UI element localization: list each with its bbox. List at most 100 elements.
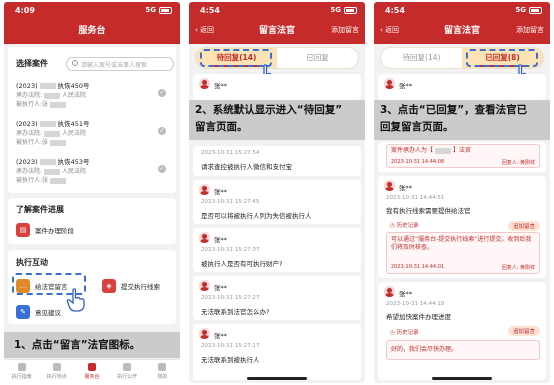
- avatar: [384, 78, 395, 89]
- home-indicator: [432, 377, 492, 380]
- search-placeholder: 请输入案号或当事人搜索: [81, 62, 148, 69]
- message-card[interactable]: 张** 2023-10-31 14:44:51 我有执行线索需要提供给法官 追加…: [378, 176, 546, 278]
- judge-reply-box: 案件承办人为【 】法官 2023-10-31 14:44:08 回复人: 黄刚祥: [386, 144, 540, 168]
- avatar: [384, 180, 395, 191]
- search-icon: [72, 60, 78, 66]
- reply-text: 案件承办人为【 】法官: [391, 147, 535, 155]
- tab-guide[interactable]: 执行指南: [4, 360, 39, 383]
- sender-name: 张**: [214, 188, 227, 196]
- court-prefix: 承办法院:: [16, 92, 43, 99]
- judge-reply-box: 可以通过“服务台-提交执行线索”进行提交。收到后我们将及时核查。 2023-10…: [386, 232, 540, 274]
- reply-time: 2023-10-31 14:44:01: [391, 264, 445, 270]
- court-suffix: 人民法院: [62, 168, 87, 175]
- tab-pending-label: 待回复: [402, 53, 426, 62]
- check-icon[interactable]: ✓: [158, 89, 166, 97]
- battery-icon: [529, 6, 542, 14]
- add-message-button[interactable]: 添加留言: [331, 25, 359, 35]
- add-message-button[interactable]: 添加留言: [516, 25, 544, 35]
- home-indicator: [247, 377, 307, 380]
- history-link[interactable]: ◷ 历史记录: [390, 221, 419, 229]
- redacted-text: [39, 121, 56, 127]
- bottom-tab-bar: 执行指南 执行地点 服务台 执行公开 我的: [4, 359, 180, 383]
- status-icons: 5G: [330, 6, 357, 14]
- tab-label: 我的: [157, 374, 168, 380]
- court-suffix: 人民法院: [62, 92, 87, 99]
- message-card[interactable]: 张** 2023-10-31 15:27:17 无法联系到被执行人: [193, 324, 361, 380]
- check-icon[interactable]: ✓: [158, 127, 166, 135]
- case-number-prefix: (2023): [16, 82, 38, 90]
- step-callout-line2: 回复留言页面。: [380, 121, 454, 133]
- battery-icon: [344, 6, 357, 14]
- feedback-button[interactable]: ✎ 意见建议: [16, 302, 61, 322]
- tab-label: 执行指南: [11, 374, 32, 380]
- tab-pending-count: (14): [425, 53, 441, 62]
- message-card[interactable]: 张** 2023-10-31 15:27:27 无法联系到法官怎么办?: [193, 276, 361, 320]
- app-header: 4:09 5G 服务台: [4, 2, 180, 44]
- reply-by: 回复人: 黄刚祥: [501, 265, 535, 271]
- progress-card: 了解案件进展 ▤ 案件办理阶段: [8, 198, 176, 244]
- clue-icon: ◈: [102, 279, 116, 293]
- avatar: [199, 78, 210, 89]
- tab-location[interactable]: 执行地点: [39, 360, 74, 383]
- status-time: 4:54: [200, 6, 220, 15]
- tab-service-desk[interactable]: 服务台: [74, 360, 109, 383]
- case-item[interactable]: (2023) 执恢451号 承办法院: 人民法院 被执行人:张 ✓: [16, 118, 168, 152]
- message-card[interactable]: 张**: [378, 74, 546, 100]
- add-reply-button[interactable]: 追加留言: [507, 326, 540, 336]
- step-callout: 3、点击“已回复”，查看法官已 回复留言页面。: [374, 100, 550, 140]
- tab-public[interactable]: 执行公开: [110, 360, 145, 383]
- redacted-text: [44, 130, 61, 137]
- tab-replied[interactable]: 已回复: [277, 48, 358, 68]
- status-icons: 5G: [145, 6, 172, 14]
- message-card[interactable]: 2023-10-31 15:27:54 请求查控被执行人微信和支付宝: [193, 146, 361, 176]
- case-number-prefix: (2023): [16, 158, 38, 166]
- status-icons: 5G: [515, 6, 542, 14]
- court-prefix: 承办法院:: [16, 168, 43, 175]
- case-item[interactable]: (2023) 执恢453号 承办法院: 人民法院 被执行人:张 ✓: [16, 156, 168, 190]
- case-stage-button[interactable]: ▤ 案件办理阶段: [16, 220, 74, 240]
- page-title: 服务台: [78, 26, 106, 36]
- case-select-card: 选择案件 请输入案号或当事人搜索 (2023) 执恢450号 承办法院: 人民法院 …: [8, 47, 176, 193]
- reply-time: 2023-10-31 14:44:08: [391, 159, 445, 165]
- submit-clue-button[interactable]: ◈ 提交执行线索: [102, 276, 160, 296]
- message-card[interactable]: 张** 2023-10-31 14:44:18 希望加快案件办理进度 追加留言 …: [378, 282, 546, 380]
- tab-label: 执行地点: [46, 374, 67, 380]
- message-time: 2023-10-31 15:27:45: [201, 199, 260, 205]
- redacted-text: [50, 139, 67, 146]
- message-text: 请求查控被执行人微信和支付宝: [201, 163, 292, 171]
- court-suffix: 人民法院: [62, 130, 87, 137]
- signal-label: 5G: [330, 6, 341, 14]
- sender-name: 张**: [214, 236, 227, 244]
- message-card[interactable]: 张** 2023-10-31 15:27:37 被执行人是否有可执行财产?: [193, 228, 361, 272]
- app-header: 4:54 5G ‹ 返回 留言法官 添加留言: [374, 2, 550, 44]
- desk-icon: [88, 363, 96, 371]
- case-number-prefix: (2023): [16, 120, 38, 128]
- message-card[interactable]: 张** 2023-10-31 15:27:45 是否可以将被执行人列为失信被执行…: [193, 180, 361, 224]
- party-label: 被执行人:张: [16, 101, 49, 108]
- redacted-text: [39, 83, 56, 89]
- avatar: [384, 286, 395, 297]
- judge-reply-box: 好的，我们会尽快办理。: [386, 340, 540, 360]
- message-card[interactable]: 案件承办人为【 】法官 2023-10-31 14:44:08 回复人: 黄刚祥: [378, 142, 546, 172]
- add-reply-button[interactable]: 追加留言: [507, 221, 540, 231]
- case-number-suffix: 执恢451号: [57, 120, 90, 128]
- redacted-text: [50, 177, 67, 184]
- tab-mine[interactable]: 我的: [145, 360, 180, 383]
- signal-label: 5G: [145, 6, 156, 14]
- history-label: 历史记录: [396, 330, 419, 336]
- redacted-text: [39, 159, 56, 165]
- case-stage-label: 案件办理阶段: [35, 227, 74, 235]
- message-text: 无法联系到被执行人: [201, 356, 260, 364]
- step-callout: 1、点击“留言”法官图标。: [4, 332, 180, 358]
- message-card[interactable]: 张**: [193, 74, 361, 100]
- interaction-title: 执行互动: [16, 258, 48, 267]
- step-callout-line1: 2、系统默认显示进入“待回复”: [195, 104, 343, 116]
- guide-icon: [17, 363, 26, 371]
- message-text: 我有执行线索需要提供给法官: [386, 207, 471, 215]
- case-item[interactable]: (2023) 执恢450号 承办法院: 人民法院 被执行人:张 ✓: [16, 80, 168, 114]
- check-icon[interactable]: ✓: [158, 165, 166, 173]
- history-link[interactable]: ◷ 历史记录: [390, 328, 419, 336]
- search-input[interactable]: 请输入案号或当事人搜索: [66, 57, 174, 71]
- tab-pending[interactable]: 待回复(14): [381, 48, 462, 68]
- case-number-suffix: 执恢453号: [57, 158, 90, 166]
